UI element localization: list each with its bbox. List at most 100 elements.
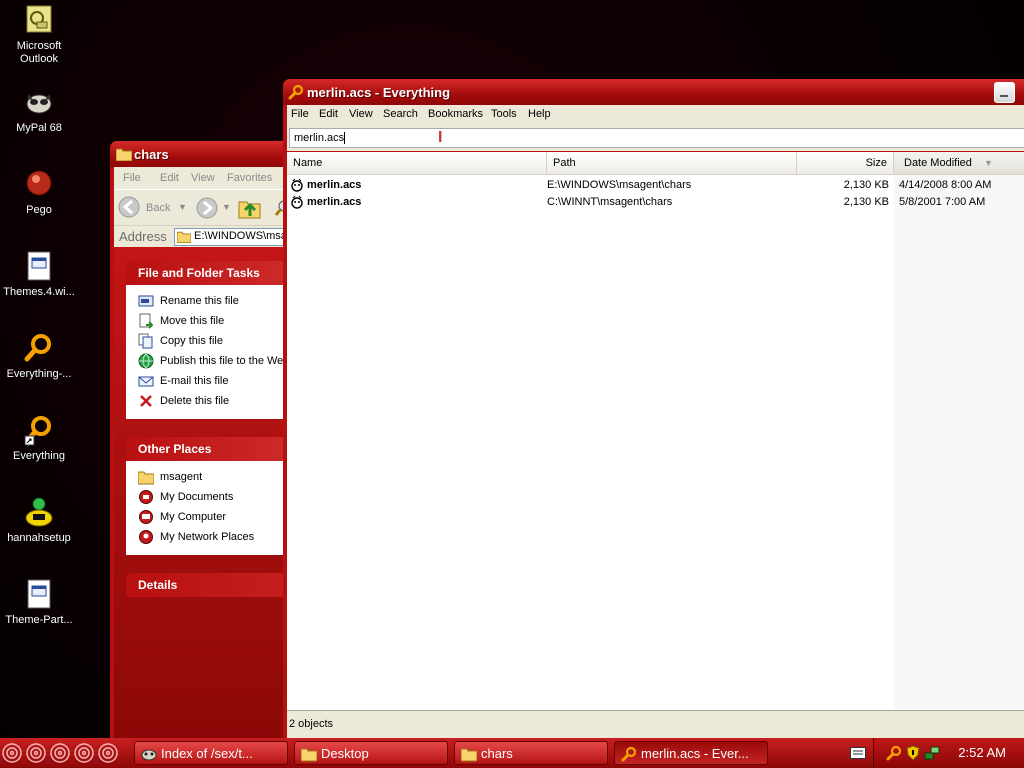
network-tray-icon[interactable]	[924, 745, 940, 761]
up-folder-icon[interactable]	[238, 196, 262, 220]
start-swirl-decoration[interactable]	[0, 738, 130, 768]
column-header-path[interactable]: Path	[547, 152, 797, 175]
task-publish-file[interactable]: Publish this file to the Web	[126, 351, 300, 371]
address-bar: Address E:\WINDOWS\msagent\chars	[114, 225, 300, 248]
menu-view[interactable]: View	[191, 172, 215, 184]
forward-arrow-icon[interactable]	[196, 197, 218, 219]
desktop-icon-label: Themes.4.wi...	[3, 286, 75, 298]
everything-icon	[288, 84, 304, 100]
globe-icon	[138, 353, 154, 369]
cell-path: C:\WINNT\msagent\chars	[547, 196, 673, 208]
text-caret	[344, 132, 346, 145]
taskbar-label: Desktop	[321, 746, 369, 761]
cell-name: merlin.acs	[307, 196, 362, 208]
outlook-icon	[26, 5, 52, 33]
menu-edit[interactable]: Edit	[160, 172, 179, 184]
place-msagent[interactable]: msagent	[126, 467, 300, 487]
column-header-size[interactable]: Size	[797, 152, 894, 175]
cell-date: 4/14/2008 8:00 AM	[899, 179, 992, 191]
desktop-icon-outlook[interactable]: Microsoft Outlook	[0, 4, 78, 66]
address-input[interactable]: E:\WINDOWS\msagent\chars	[174, 228, 300, 246]
table-row[interactable]: merlin.acs E:\WINDOWS\msagent\chars 2,13…	[287, 177, 1024, 194]
table-row[interactable]: merlin.acs C:\WINNT\msagent\chars 2,130 …	[287, 194, 1024, 211]
desktop-icon-mypal[interactable]: MyPal 68	[0, 86, 78, 135]
taskbar-item-desktop[interactable]: Desktop	[294, 741, 448, 765]
explorer-toolbar: Back ▼ ▼	[114, 189, 300, 226]
details-header[interactable]: Details	[126, 573, 300, 597]
folder-icon	[138, 471, 154, 485]
forward-dropdown-icon[interactable]: ▼	[222, 202, 231, 212]
minimize-icon	[1000, 95, 1008, 97]
minimize-button[interactable]	[994, 82, 1015, 103]
taskbar-label: merlin.acs - Ever...	[641, 746, 749, 761]
task-delete-file[interactable]: Delete this file	[126, 391, 300, 411]
taskbar-item-everything[interactable]: merlin.acs - Ever...	[614, 741, 768, 765]
everything-titlebar[interactable]: merlin.acs - Everything	[283, 79, 1024, 105]
everything-menubar: File Edit View Search Bookmarks Tools He…	[287, 105, 1024, 125]
task-label: Rename this file	[160, 295, 239, 307]
desktop-icon-everything-setup[interactable]: Everything-...	[0, 332, 78, 381]
copy-icon	[138, 333, 153, 349]
security-shield-icon[interactable]	[906, 745, 920, 761]
desktop-icon-label: hannahsetup	[7, 532, 71, 544]
desktop-icon-label: Everything	[13, 450, 65, 462]
sorted-column-shade	[894, 175, 1024, 710]
everything-window[interactable]: merlin.acs - Everything File Edit View S…	[283, 79, 1024, 738]
desktop-icon-hannahsetup[interactable]: hannahsetup	[0, 496, 78, 545]
menu-file[interactable]: File	[291, 108, 309, 120]
menu-tools[interactable]: Tools	[491, 108, 517, 120]
address-label: Address	[119, 229, 167, 244]
taskbar-item-chars[interactable]: chars	[454, 741, 608, 765]
search-value: merlin.acs	[294, 132, 345, 144]
task-label: Move this file	[160, 315, 225, 327]
taskbar-item-browser[interactable]: Index of /sex/t...	[134, 741, 288, 765]
everything-tray-icon[interactable]	[886, 745, 902, 761]
task-label: Delete this file	[160, 395, 230, 407]
explorer-titlebar[interactable]: chars	[110, 141, 300, 167]
task-email-file[interactable]: E-mail this file	[126, 371, 300, 391]
place-my-documents[interactable]: My Documents	[126, 487, 300, 507]
desktop-icon-pego[interactable]: Pego	[0, 168, 78, 217]
sort-descending-icon: ▼	[984, 158, 993, 168]
taskbar-label: Index of /sex/t...	[161, 746, 253, 761]
search-input[interactable]: merlin.acs I	[289, 128, 1024, 148]
task-rename-file[interactable]: Rename this file	[126, 291, 300, 311]
results-list[interactable]: Name Path Size Date Modified ▼ merlin.ac…	[287, 152, 1024, 710]
desktop-icon-themes4[interactable]: Themes.4.wi...	[0, 250, 78, 299]
browser-icon	[141, 749, 157, 761]
status-text: 2 objects	[289, 718, 334, 730]
place-label: My Computer	[160, 511, 227, 523]
other-places-header[interactable]: Other Places	[126, 437, 300, 461]
back-label: Back	[146, 202, 171, 214]
clock[interactable]: 2:52 AM	[958, 745, 1006, 760]
desktop-icon-theme-part[interactable]: Theme-Part...	[0, 578, 78, 627]
task-copy-file[interactable]: Copy this file	[126, 331, 300, 351]
desktop-icon-label: Everything-...	[6, 368, 72, 380]
column-header-date-modified[interactable]: Date Modified ▼	[894, 152, 1024, 175]
menu-bookmarks[interactable]: Bookmarks	[428, 108, 483, 120]
my-computer-icon	[139, 510, 153, 525]
desktop-icon-label: Microsoft Outlook	[16, 40, 62, 65]
explorer-window[interactable]: chars File Edit View Favorites Back ▼ ▼	[110, 141, 300, 738]
other-places-body: msagent My Documents My Computer My Netw…	[126, 461, 300, 555]
task-move-file[interactable]: Move this file	[126, 311, 300, 331]
place-my-computer[interactable]: My Computer	[126, 507, 300, 527]
window-title: merlin.acs - Everything	[307, 85, 451, 100]
place-my-network-places[interactable]: My Network Places	[126, 527, 300, 547]
menu-search[interactable]: Search	[383, 108, 418, 120]
column-header-name[interactable]: Name	[287, 152, 547, 175]
menu-help[interactable]: Help	[528, 108, 551, 120]
menu-view[interactable]: View	[349, 108, 373, 120]
my-documents-icon	[139, 490, 153, 505]
taskbar-label: chars	[481, 746, 513, 761]
back-dropdown-icon[interactable]: ▼	[178, 202, 187, 212]
file-tasks-header[interactable]: File and Folder Tasks	[126, 261, 300, 285]
menu-file[interactable]: File	[123, 172, 141, 184]
menu-edit[interactable]: Edit	[319, 108, 338, 120]
desktop-icon-everything[interactable]: Everything	[0, 414, 78, 463]
back-arrow-icon	[118, 196, 140, 218]
menu-favorites[interactable]: Favorites	[227, 172, 272, 184]
agent-character-icon	[291, 195, 303, 209]
keyboard-icon[interactable]	[850, 747, 866, 759]
folder-icon	[177, 231, 191, 243]
